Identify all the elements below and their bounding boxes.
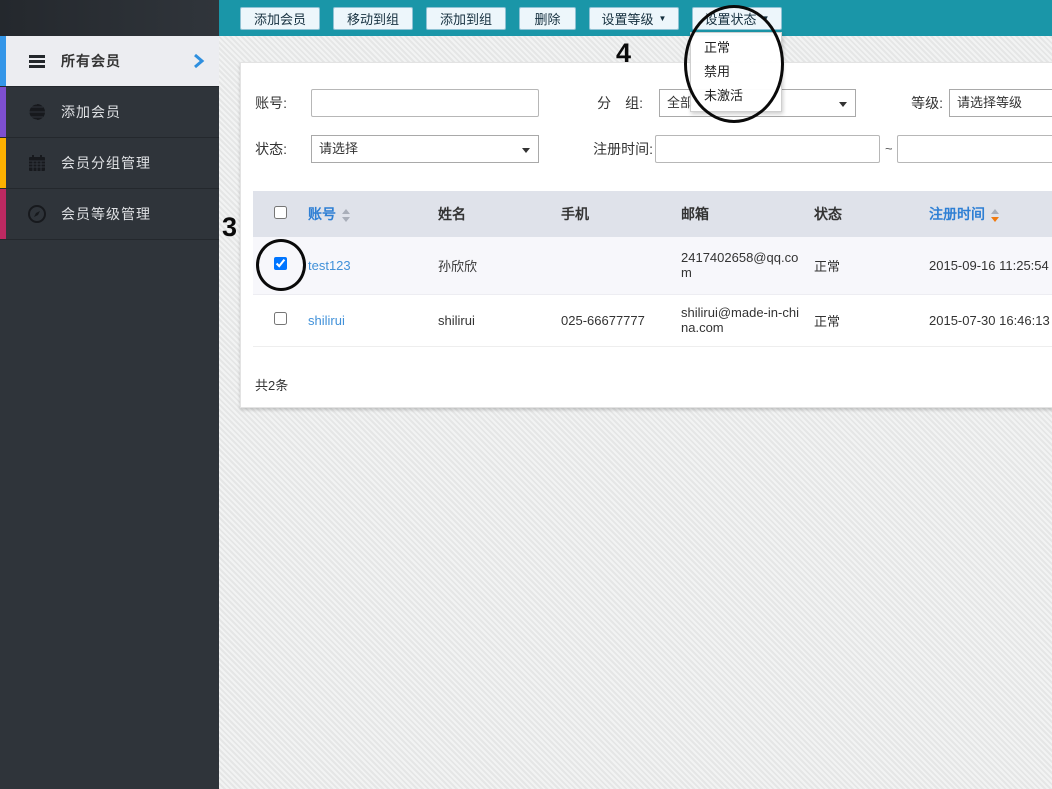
set-status-dropdown-menu: 正常 禁用 未激活 bbox=[690, 32, 782, 112]
add-to-group-button[interactable]: 添加到组 bbox=[426, 6, 506, 30]
accent-strip bbox=[0, 189, 6, 239]
button-label: 设置状态 bbox=[704, 11, 757, 27]
sidebar-item-label: 所有会员 bbox=[61, 53, 121, 69]
header-regtime[interactable]: 注册时间 bbox=[929, 191, 1052, 237]
sidebar-item-label: 会员等级管理 bbox=[61, 206, 151, 222]
sidebar-header bbox=[0, 0, 219, 36]
move-to-group-button[interactable]: 移动到组 bbox=[333, 6, 413, 30]
table-row: shilirui shilirui 025-66677777 shilirui@… bbox=[253, 294, 1052, 347]
sidebar-item-label: 会员分组管理 bbox=[61, 155, 151, 171]
sidebar-item-level-management[interactable]: 会员等级管理 bbox=[0, 189, 219, 240]
select-caret-icon bbox=[839, 102, 847, 107]
sort-icon[interactable] bbox=[342, 208, 350, 222]
cell-email: shilirui@made-in-china.com bbox=[681, 294, 814, 347]
chevron-right-icon bbox=[191, 53, 205, 69]
header-name: 姓名 bbox=[438, 191, 561, 237]
status-select[interactable]: 请选择 bbox=[311, 135, 539, 163]
dropdown-item-inactive[interactable]: 未激活 bbox=[691, 84, 781, 108]
set-level-button[interactable]: 设置等级 ▼ bbox=[589, 6, 679, 30]
cell-email: 2417402658@qq.com bbox=[681, 237, 814, 295]
header-mobile: 手机 bbox=[561, 191, 681, 237]
calendar-icon bbox=[27, 153, 47, 173]
annotation-step-3: 3 bbox=[222, 212, 238, 242]
header-label: 姓名 bbox=[438, 206, 466, 222]
sidebar: 所有会员 添加会员 会员分组管理 会员等级管理 bbox=[0, 0, 219, 789]
status-label: 状态: bbox=[255, 141, 287, 157]
button-label: 设置等级 bbox=[601, 11, 654, 27]
sidebar-item-group-management[interactable]: 会员分组管理 bbox=[0, 138, 219, 189]
row-checkbox[interactable] bbox=[274, 257, 287, 271]
header-account[interactable]: 账号 bbox=[308, 191, 438, 237]
level-label: 等级: bbox=[911, 95, 943, 111]
button-label: 添加会员 bbox=[253, 11, 306, 27]
cell-status: 正常 bbox=[814, 294, 929, 347]
sidebar-item-add-member[interactable]: 添加会员 bbox=[0, 87, 219, 138]
dropdown-item-normal[interactable]: 正常 bbox=[691, 36, 781, 60]
sidebar-item-all-members[interactable]: 所有会员 bbox=[0, 36, 219, 87]
accent-strip bbox=[0, 36, 6, 86]
sort-icon-active[interactable] bbox=[991, 208, 999, 222]
tilde-separator: ~ bbox=[885, 141, 893, 156]
level-select-value: 请选择等级 bbox=[957, 95, 1023, 110]
account-input[interactable] bbox=[311, 89, 539, 117]
group-label: 分 组: bbox=[597, 95, 643, 111]
toolbar: 添加会员 移动到组 添加到组 删除 设置等级 ▼ 设置状态 ▼ bbox=[219, 0, 1052, 36]
select-caret-icon bbox=[522, 148, 530, 153]
delete-button[interactable]: 删除 bbox=[519, 6, 576, 30]
cell-name: 孙欣欣 bbox=[438, 237, 561, 295]
select-all-checkbox[interactable] bbox=[274, 206, 287, 219]
annotation-step-4: 4 bbox=[616, 38, 632, 68]
cell-mobile bbox=[561, 237, 681, 295]
regtime-to-input[interactable] bbox=[897, 135, 1052, 163]
header-label: 手机 bbox=[561, 206, 589, 222]
caret-down-icon: ▼ bbox=[761, 13, 770, 23]
header-label: 状态 bbox=[814, 206, 842, 222]
total-count: 共2条 bbox=[255, 378, 289, 393]
account-link[interactable]: shilirui bbox=[308, 313, 345, 328]
set-status-button[interactable]: 设置状态 ▼ bbox=[692, 6, 782, 30]
table-row: test123 孙欣欣 2417402658@qq.com 正常 2015-09… bbox=[253, 237, 1052, 295]
cell-status: 正常 bbox=[814, 237, 929, 295]
sidebar-item-label: 添加会员 bbox=[61, 104, 121, 120]
regtime-from-input[interactable] bbox=[655, 135, 880, 163]
button-label: 添加到组 bbox=[439, 11, 492, 27]
header-label: 账号 bbox=[308, 206, 336, 222]
cell-mobile: 025-66677777 bbox=[561, 294, 681, 347]
accent-strip bbox=[0, 87, 6, 137]
header-status: 状态 bbox=[814, 191, 929, 237]
regtime-label: 注册时间: bbox=[593, 141, 653, 157]
member-list-panel: 账号: 分 组: 全部 等级: 请选择等级 状态: 请选择 注册时间: ~ 账号… bbox=[240, 62, 1052, 408]
table-header-row: 账号 姓名 手机 邮箱 状态 注册时间 bbox=[253, 191, 1052, 237]
header-email: 邮箱 bbox=[681, 191, 814, 237]
account-link[interactable]: test123 bbox=[308, 258, 351, 273]
status-select-value: 请选择 bbox=[319, 141, 359, 156]
dropdown-item-disabled[interactable]: 禁用 bbox=[691, 60, 781, 84]
level-select[interactable]: 请选择等级 bbox=[949, 89, 1052, 117]
cell-name: shilirui bbox=[438, 294, 561, 347]
cell-regtime: 2015-09-16 11:25:54 bbox=[929, 237, 1052, 295]
header-label: 邮箱 bbox=[681, 206, 709, 222]
row-checkbox[interactable] bbox=[274, 312, 287, 325]
globe-icon bbox=[27, 102, 47, 122]
caret-down-icon: ▼ bbox=[658, 13, 667, 23]
account-label: 账号: bbox=[255, 95, 287, 111]
compass-icon bbox=[27, 204, 47, 224]
members-table: 账号 姓名 手机 邮箱 状态 注册时间 test123 孙欣欣 24174026… bbox=[253, 191, 1052, 347]
header-label: 注册时间 bbox=[929, 206, 985, 222]
accent-strip bbox=[0, 138, 6, 188]
add-member-button[interactable]: 添加会员 bbox=[240, 6, 320, 30]
button-label: 删除 bbox=[534, 11, 561, 27]
button-label: 移动到组 bbox=[346, 11, 399, 27]
menu-icon bbox=[27, 51, 47, 71]
cell-regtime: 2015-07-30 16:46:13 bbox=[929, 294, 1052, 347]
